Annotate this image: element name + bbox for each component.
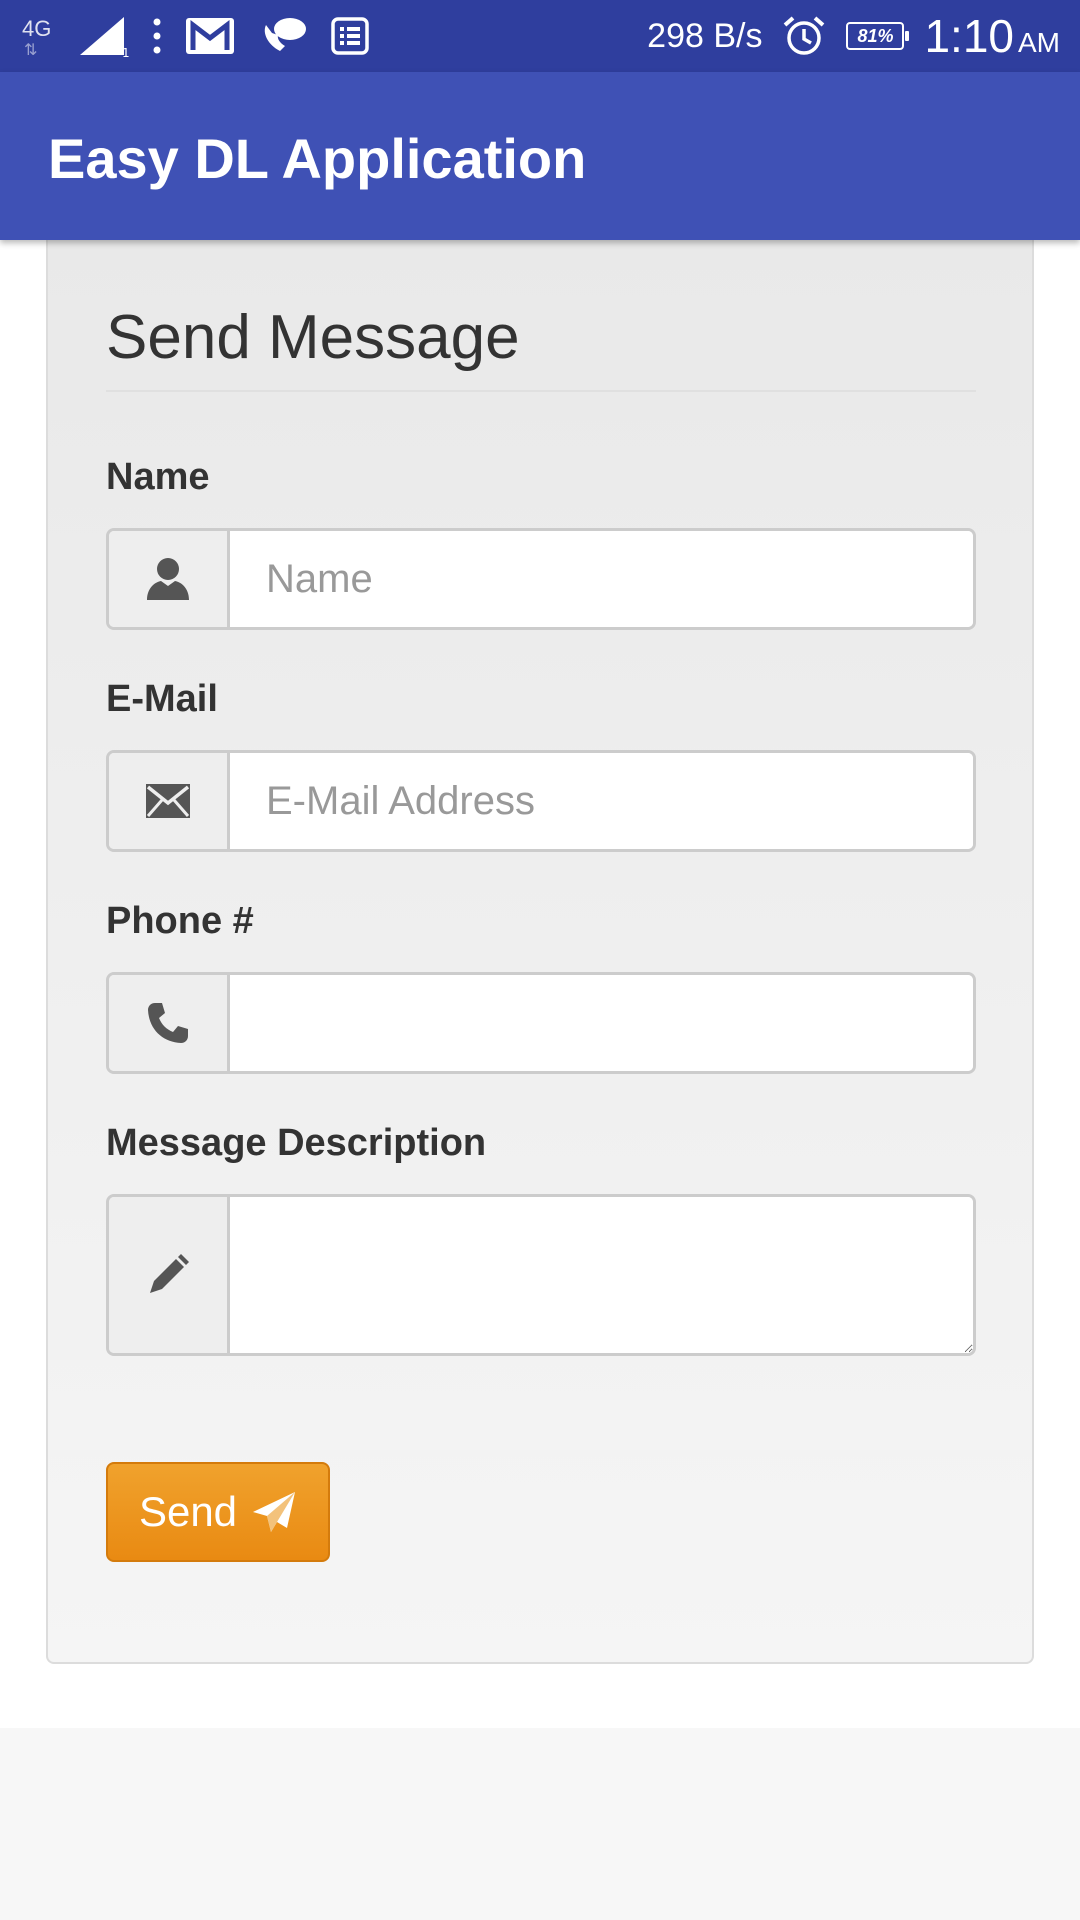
phone-input[interactable] xyxy=(230,975,973,1071)
battery-icon: 81% xyxy=(846,22,910,50)
send-button[interactable]: Send xyxy=(106,1462,330,1562)
phone-addon xyxy=(109,975,230,1071)
signal-icon: 1 xyxy=(80,17,130,57)
message-textarea[interactable] xyxy=(230,1197,973,1353)
user-icon xyxy=(147,558,189,600)
alarm-icon xyxy=(784,16,825,55)
chat-icon xyxy=(264,18,306,51)
clock: 1:10 AM xyxy=(924,9,1060,63)
title-divider xyxy=(106,390,976,392)
svg-text:1: 1 xyxy=(122,46,130,57)
phone-input-group xyxy=(106,972,976,1074)
page-content: Send Message Name E-Mail xyxy=(0,240,1080,1728)
clock-time: 1:10 xyxy=(924,10,1014,62)
name-label: Name xyxy=(106,456,210,498)
more-vert-icon xyxy=(153,18,161,54)
envelope-icon xyxy=(146,784,190,818)
send-button-label: Send xyxy=(138,1488,238,1535)
name-input-group xyxy=(106,528,976,630)
email-input-group xyxy=(106,750,976,852)
network-indicator: 4G ⇅ xyxy=(20,16,56,60)
network-type: 4G xyxy=(22,16,52,41)
form-title: Send Message xyxy=(106,303,520,372)
send-icon xyxy=(253,1492,296,1532)
phone-label: Phone # xyxy=(106,900,254,942)
data-arrows-icon: ⇅ xyxy=(24,42,38,59)
message-input-group xyxy=(106,1194,976,1356)
news-icon xyxy=(331,17,369,55)
app-bar: Easy DL Application xyxy=(0,72,1080,240)
pencil-icon xyxy=(150,1254,189,1293)
gmail-icon xyxy=(186,18,234,54)
email-addon xyxy=(109,753,230,849)
name-input[interactable] xyxy=(230,531,973,627)
message-addon xyxy=(109,1197,230,1353)
email-input[interactable] xyxy=(230,753,973,849)
email-label: E-Mail xyxy=(106,678,218,720)
app-title: Easy DL Application xyxy=(48,127,587,190)
status-bar: 4G ⇅ 1 298 B/s 81% 1:10 AM xyxy=(0,0,1080,72)
phone-icon xyxy=(148,1003,188,1043)
network-speed: 298 B/s xyxy=(647,16,763,55)
clock-ampm: AM xyxy=(1018,27,1060,58)
page-background xyxy=(0,1728,1080,1920)
message-label: Message Description xyxy=(106,1122,487,1164)
message-form-panel: Send Message Name E-Mail xyxy=(46,240,1034,1664)
name-addon xyxy=(109,531,230,627)
battery-level: 81% xyxy=(857,25,894,46)
